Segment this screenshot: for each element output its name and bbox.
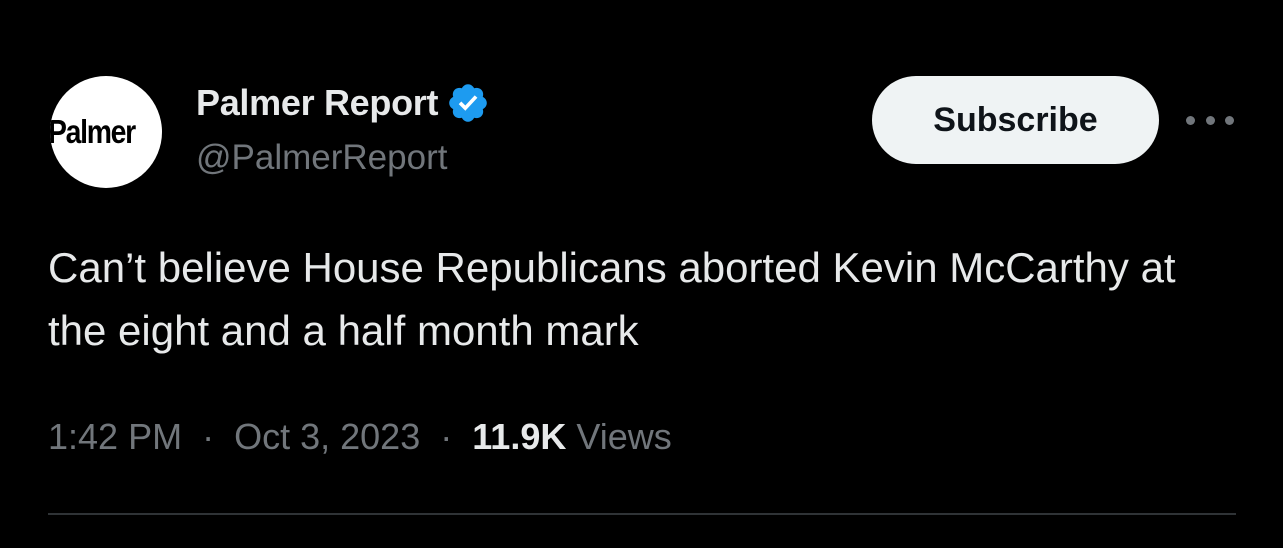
more-dot bbox=[1225, 115, 1234, 125]
subscribe-button[interactable]: Subscribe bbox=[872, 76, 1159, 164]
meta-separator: · bbox=[440, 416, 453, 457]
author-name-row: Palmer Report bbox=[196, 80, 490, 126]
meta-separator: · bbox=[202, 416, 215, 457]
tweet-text: Can’t believe House Republicans aborted … bbox=[48, 244, 1176, 354]
avatar-logo-text: Palmer bbox=[50, 113, 136, 150]
more-dot bbox=[1186, 115, 1195, 125]
tweet-time[interactable]: 1:42 PM bbox=[48, 416, 182, 457]
tweet-date[interactable]: Oct 3, 2023 bbox=[234, 416, 420, 457]
tweet-meta: 1:42 PM · Oct 3, 2023 · 11.9K Views bbox=[48, 416, 672, 458]
divider bbox=[48, 513, 1236, 515]
more-dot bbox=[1205, 115, 1215, 125]
views-count: 11.9K bbox=[472, 416, 567, 457]
views-label: Views bbox=[576, 416, 672, 457]
author-handle[interactable]: @PalmerReport bbox=[196, 138, 447, 178]
more-options-icon[interactable] bbox=[1186, 106, 1234, 134]
verified-badge-icon[interactable] bbox=[446, 81, 490, 125]
avatar[interactable]: Palmer bbox=[50, 76, 162, 188]
author-display-name[interactable]: Palmer Report bbox=[196, 82, 438, 124]
